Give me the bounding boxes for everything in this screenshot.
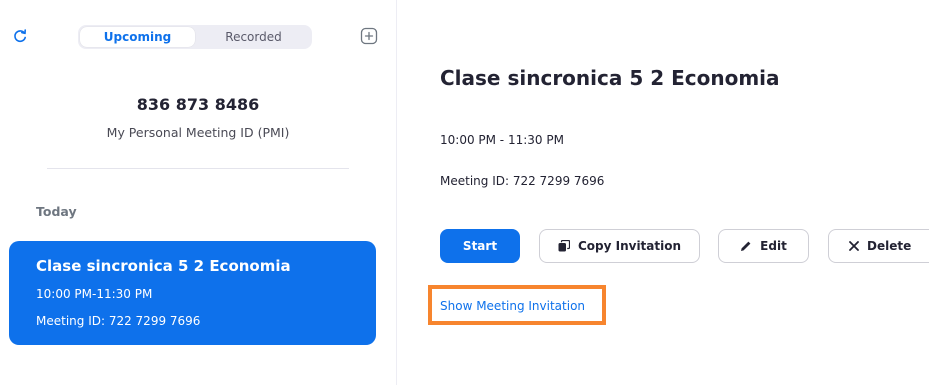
close-icon xyxy=(849,241,859,251)
meeting-item-time: 10:00 PM-11:30 PM xyxy=(36,287,153,301)
copy-invitation-button[interactable]: Copy Invitation xyxy=(539,229,700,263)
meeting-list-item[interactable]: Clase sincronica 5 2 Economia 10:00 PM-1… xyxy=(9,241,376,345)
start-button[interactable]: Start xyxy=(440,229,520,263)
add-icon[interactable] xyxy=(360,27,378,45)
start-button-label: Start xyxy=(462,239,498,253)
delete-label: Delete xyxy=(867,239,912,253)
tab-upcoming[interactable]: Upcoming xyxy=(80,27,195,47)
delete-button[interactable]: Delete xyxy=(828,229,929,263)
pmi-number: 836 873 8486 xyxy=(136,95,260,114)
refresh-icon[interactable] xyxy=(12,28,28,44)
meeting-detail-id: Meeting ID: 722 7299 7696 xyxy=(440,174,605,188)
copy-icon xyxy=(558,240,570,252)
edit-label: Edit xyxy=(760,239,787,253)
edit-button[interactable]: Edit xyxy=(718,229,809,263)
meeting-detail-title: Clase sincronica 5 2 Economia xyxy=(440,66,780,90)
meeting-item-title: Clase sincronica 5 2 Economia xyxy=(36,257,291,275)
pencil-icon xyxy=(740,240,752,252)
meeting-detail-time: 10:00 PM - 11:30 PM xyxy=(440,133,564,147)
meeting-item-id: Meeting ID: 722 7299 7696 xyxy=(36,314,201,328)
show-meeting-invitation-link[interactable]: Show Meeting Invitation xyxy=(440,299,585,313)
section-heading-today: Today xyxy=(36,204,77,219)
pmi-label: My Personal Meeting ID (PMI) xyxy=(106,125,290,140)
copy-invitation-label: Copy Invitation xyxy=(577,239,682,253)
tab-recorded[interactable]: Recorded xyxy=(197,25,310,49)
divider xyxy=(47,168,349,169)
meetings-tab-switch: Upcoming Recorded xyxy=(78,25,312,49)
